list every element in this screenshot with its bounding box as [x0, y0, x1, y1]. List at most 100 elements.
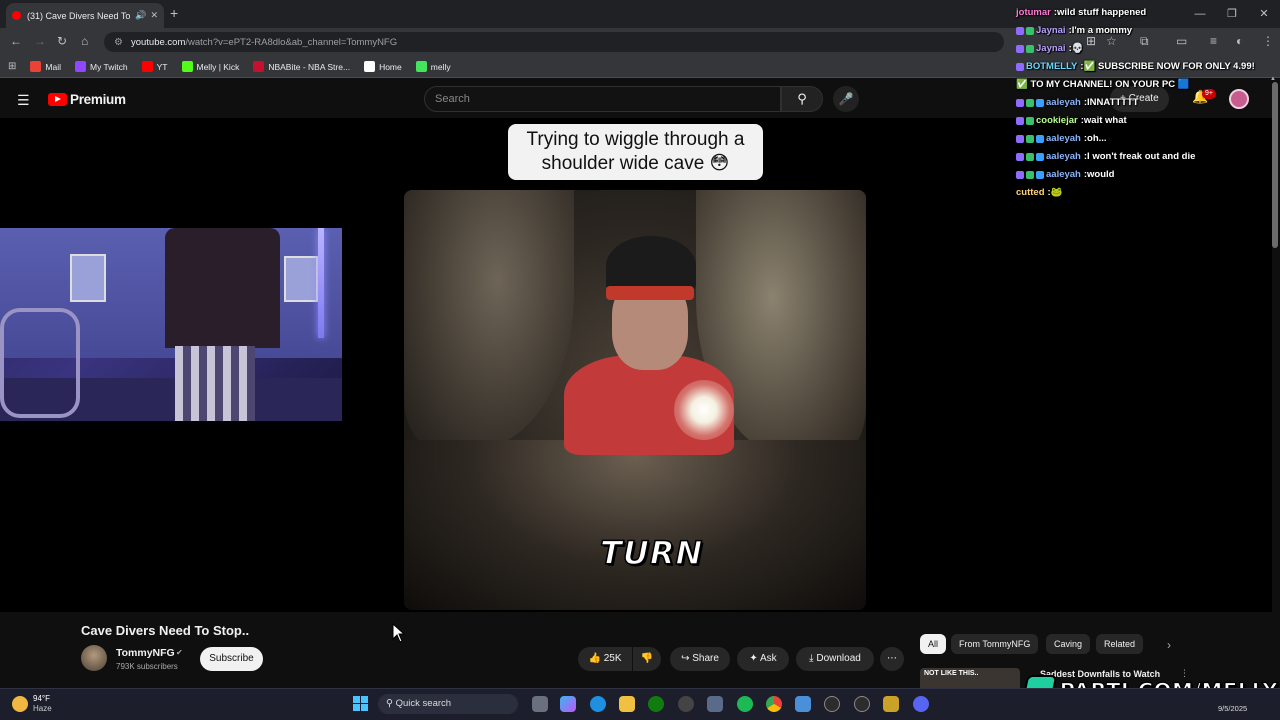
- bookmark-label: YT: [156, 61, 168, 72]
- photos-icon[interactable]: [795, 696, 811, 712]
- bookmark-item[interactable]: YT: [141, 61, 168, 72]
- chat-message: jotumar: wild stuff happened: [1016, 4, 1280, 22]
- app-icon[interactable]: [883, 696, 899, 712]
- voice-search-button[interactable]: 🎤: [833, 86, 859, 112]
- browser-tab[interactable]: (31) Cave Divers Need To S 🔊 ✕: [6, 3, 164, 28]
- bookmark-item[interactable]: My Twitch: [74, 61, 128, 72]
- cave-floor: [404, 440, 866, 610]
- search-button[interactable]: ⚲: [781, 86, 823, 112]
- weather-condition: Haze: [33, 704, 52, 713]
- apps-grid-icon[interactable]: ⊞: [8, 61, 16, 72]
- back-icon[interactable]: ←: [10, 34, 22, 48]
- like-button[interactable]: 👍 25K: [578, 647, 632, 671]
- chat-username[interactable]: BOTMELLY: [1026, 58, 1077, 76]
- filter-chip[interactable]: Related: [1096, 634, 1144, 654]
- chat-badge-icon: [1026, 153, 1034, 161]
- youtube-premium-logo[interactable]: Premium: [48, 92, 126, 107]
- filter-chip[interactable]: All: [920, 634, 947, 654]
- taskbar-date: 9/5/2025: [1218, 704, 1248, 713]
- store-icon[interactable]: [707, 696, 723, 712]
- home-icon[interactable]: ⌂: [81, 34, 88, 48]
- windows-start-icon[interactable]: [353, 696, 368, 711]
- share-button[interactable]: ↪ Share: [670, 647, 730, 671]
- forward-icon[interactable]: →: [34, 34, 46, 48]
- streamer-webcam: [0, 228, 342, 421]
- download-button[interactable]: ⤓ Download: [796, 647, 874, 671]
- search-input[interactable]: Search: [424, 86, 781, 112]
- chat-username[interactable]: cookiejar: [1036, 112, 1078, 130]
- chat-username[interactable]: Jaynai: [1036, 22, 1066, 40]
- search-icon: ⚲: [797, 91, 807, 106]
- spotify-icon[interactable]: [737, 696, 753, 712]
- edge-icon[interactable]: [590, 696, 606, 712]
- reload-icon[interactable]: ↻: [57, 34, 67, 48]
- chip-next-chevron-icon[interactable]: ›: [1167, 638, 1171, 652]
- ask-button[interactable]: ✦ Ask: [737, 647, 789, 671]
- chat-username[interactable]: jotumar: [1016, 4, 1051, 22]
- recommended-thumbnail[interactable]: NOT LIKE THIS..: [920, 668, 1020, 688]
- address-bar[interactable]: ⚙ youtube.com/watch?v=ePT2-RA8dlo&ab_cha…: [104, 32, 1004, 52]
- speaker-icon[interactable]: 🔊: [135, 10, 146, 21]
- hamburger-menu-icon[interactable]: ☰: [17, 92, 30, 109]
- chat-username[interactable]: Jaynai: [1036, 40, 1066, 58]
- video-title: Cave Divers Need To Stop..: [81, 623, 250, 638]
- nba-icon: [253, 61, 265, 72]
- chat-badge-icon: [1026, 45, 1034, 53]
- chat-message: aaleyah: I won't freak out and die: [1016, 148, 1280, 166]
- bookmark-item[interactable]: melly: [415, 61, 451, 72]
- steam-icon[interactable]: [678, 696, 694, 712]
- taskbar-search[interactable]: ⚲ Quick search: [378, 694, 518, 714]
- file-explorer-icon[interactable]: [619, 696, 635, 712]
- bookmark-item[interactable]: Mail: [30, 61, 61, 72]
- weather-widget[interactable]: 94°F Haze: [12, 694, 52, 714]
- chat-message: BOTMELLY: ✅ SUBSCRIBE NOW FOR ONLY 4.99!: [1016, 58, 1280, 76]
- obs-icon[interactable]: [854, 696, 870, 712]
- chat-username[interactable]: aaleyah: [1046, 166, 1081, 184]
- xbox-icon[interactable]: [648, 696, 664, 712]
- picture-frame: [284, 256, 318, 302]
- diver-headband: [606, 286, 694, 300]
- site-info-icon[interactable]: ⚙: [114, 37, 123, 48]
- chat-message: aaleyah: would: [1016, 166, 1280, 184]
- flashlight-glow: [674, 380, 734, 440]
- chat-message: cookiejar: wait what: [1016, 112, 1280, 130]
- dislike-button[interactable]: 👎: [633, 647, 661, 671]
- chat-username[interactable]: aaleyah: [1046, 94, 1081, 112]
- gmail-icon: [30, 61, 42, 72]
- chat-username[interactable]: cutted: [1016, 184, 1045, 202]
- subscribe-button[interactable]: Subscribe: [200, 647, 263, 671]
- chat-username[interactable]: aaleyah: [1046, 130, 1081, 148]
- bookmark-item[interactable]: NBABite - NBA Stre...: [253, 61, 350, 72]
- chat-message: Jaynai: 💀: [1016, 40, 1280, 58]
- chat-text: wild stuff happened: [1057, 7, 1147, 18]
- channel-name[interactable]: TommyNFG: [116, 647, 175, 659]
- chat-text: would: [1087, 169, 1115, 180]
- chat-text: 💀: [1071, 43, 1084, 54]
- chat-message: aaleyah: oh...: [1016, 130, 1280, 148]
- filter-chip[interactable]: From TommyNFG: [951, 634, 1039, 654]
- chrome-icon[interactable]: [766, 696, 782, 712]
- filter-chip[interactable]: Caving: [1046, 634, 1091, 654]
- new-tab-button[interactable]: +: [170, 5, 178, 21]
- media-player-icon[interactable]: [824, 696, 840, 712]
- thumbs-up-icon: 👍: [588, 653, 601, 664]
- more-actions-button[interactable]: ⋯: [880, 647, 904, 671]
- youtube-icon: [141, 61, 153, 72]
- chat-badge-icon: [1036, 99, 1044, 107]
- chat-username[interactable]: aaleyah: [1046, 148, 1081, 166]
- chat-badge-icon: [1016, 171, 1024, 179]
- discord-icon[interactable]: [913, 696, 929, 712]
- bookmark-label: Melly | Kick: [196, 61, 240, 72]
- channel-avatar[interactable]: [81, 645, 107, 671]
- share-label: Share: [692, 653, 719, 664]
- microphone-icon: 🎤: [838, 92, 854, 106]
- copilot-icon[interactable]: [560, 696, 576, 712]
- like-count: 25K: [603, 653, 622, 664]
- task-view-icon[interactable]: [532, 696, 548, 712]
- bookmark-item[interactable]: Home: [364, 61, 402, 72]
- chat-text: ✅ TO MY CHANNEL! ON YOUR PC 🟦: [1016, 79, 1190, 90]
- windows-taskbar: [0, 688, 1280, 720]
- logo-text: Premium: [70, 92, 126, 107]
- bookmark-item[interactable]: Melly | Kick: [181, 61, 240, 72]
- tab-close-icon[interactable]: ✕: [150, 10, 158, 21]
